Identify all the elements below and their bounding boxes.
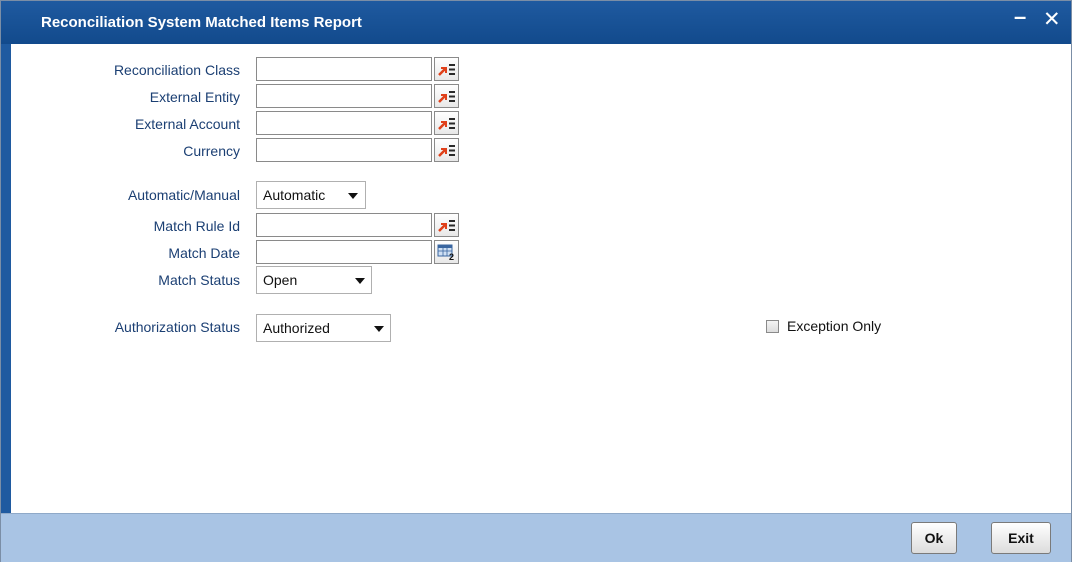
authorization-status-value: Authorized [263,320,330,336]
window-title: Reconciliation System Matched Items Repo… [41,14,362,31]
exception-only-checkbox[interactable] [766,320,779,333]
ok-button[interactable]: Ok [911,522,957,554]
external-entity-field[interactable] [256,84,432,108]
external-account-field[interactable] [256,111,432,135]
currency-label: Currency [183,143,240,159]
close-icon[interactable]: ✕ [1043,9,1061,31]
reconciliation-class-lov-button[interactable] [434,57,459,81]
footer-bar: Ok Exit [1,513,1071,562]
external-entity-label: External Entity [149,89,240,105]
title-bar: Reconciliation System Matched Items Repo… [1,1,1071,44]
calendar-icon: 2 [437,244,454,261]
left-accent-strip [1,44,11,522]
authorization-status-label: Authorization Status [114,319,240,335]
lov-icon [438,118,455,130]
match-date-field[interactable] [256,240,432,264]
exit-button[interactable]: Exit [991,522,1051,554]
chevron-down-icon [348,193,358,199]
report-window: Reconciliation System Matched Items Repo… [0,0,1072,562]
external-account-label: External Account [134,116,240,132]
match-rule-id-label: Match Rule Id [153,218,240,234]
match-rule-id-lov-button[interactable] [434,213,459,237]
lov-icon [438,220,455,232]
automatic-manual-value: Automatic [263,187,326,203]
currency-lov-button[interactable] [434,138,459,162]
chevron-down-icon [374,326,384,332]
minimize-icon[interactable]: – [1014,6,1026,28]
match-date-calendar-button[interactable]: 2 [434,240,459,264]
external-entity-lov-button[interactable] [434,84,459,108]
match-status-select[interactable]: Open [256,266,372,294]
external-account-lov-button[interactable] [434,111,459,135]
authorization-status-select[interactable]: Authorized [256,314,391,342]
automatic-manual-select[interactable]: Automatic [256,181,366,209]
match-status-label: Match Status [158,272,240,288]
currency-field[interactable] [256,138,432,162]
lov-icon [438,145,455,157]
svg-text:2: 2 [449,252,454,261]
exception-only-label: Exception Only [787,318,882,334]
lov-icon [438,64,455,76]
chevron-down-icon [355,278,365,284]
automatic-manual-label: Automatic/Manual [127,187,240,203]
reconciliation-class-field[interactable] [256,57,432,81]
reconciliation-class-label: Reconciliation Class [113,62,240,78]
match-date-label: Match Date [168,245,240,261]
match-rule-id-field[interactable] [256,213,432,237]
match-status-value: Open [263,272,298,288]
lov-icon [438,91,455,103]
